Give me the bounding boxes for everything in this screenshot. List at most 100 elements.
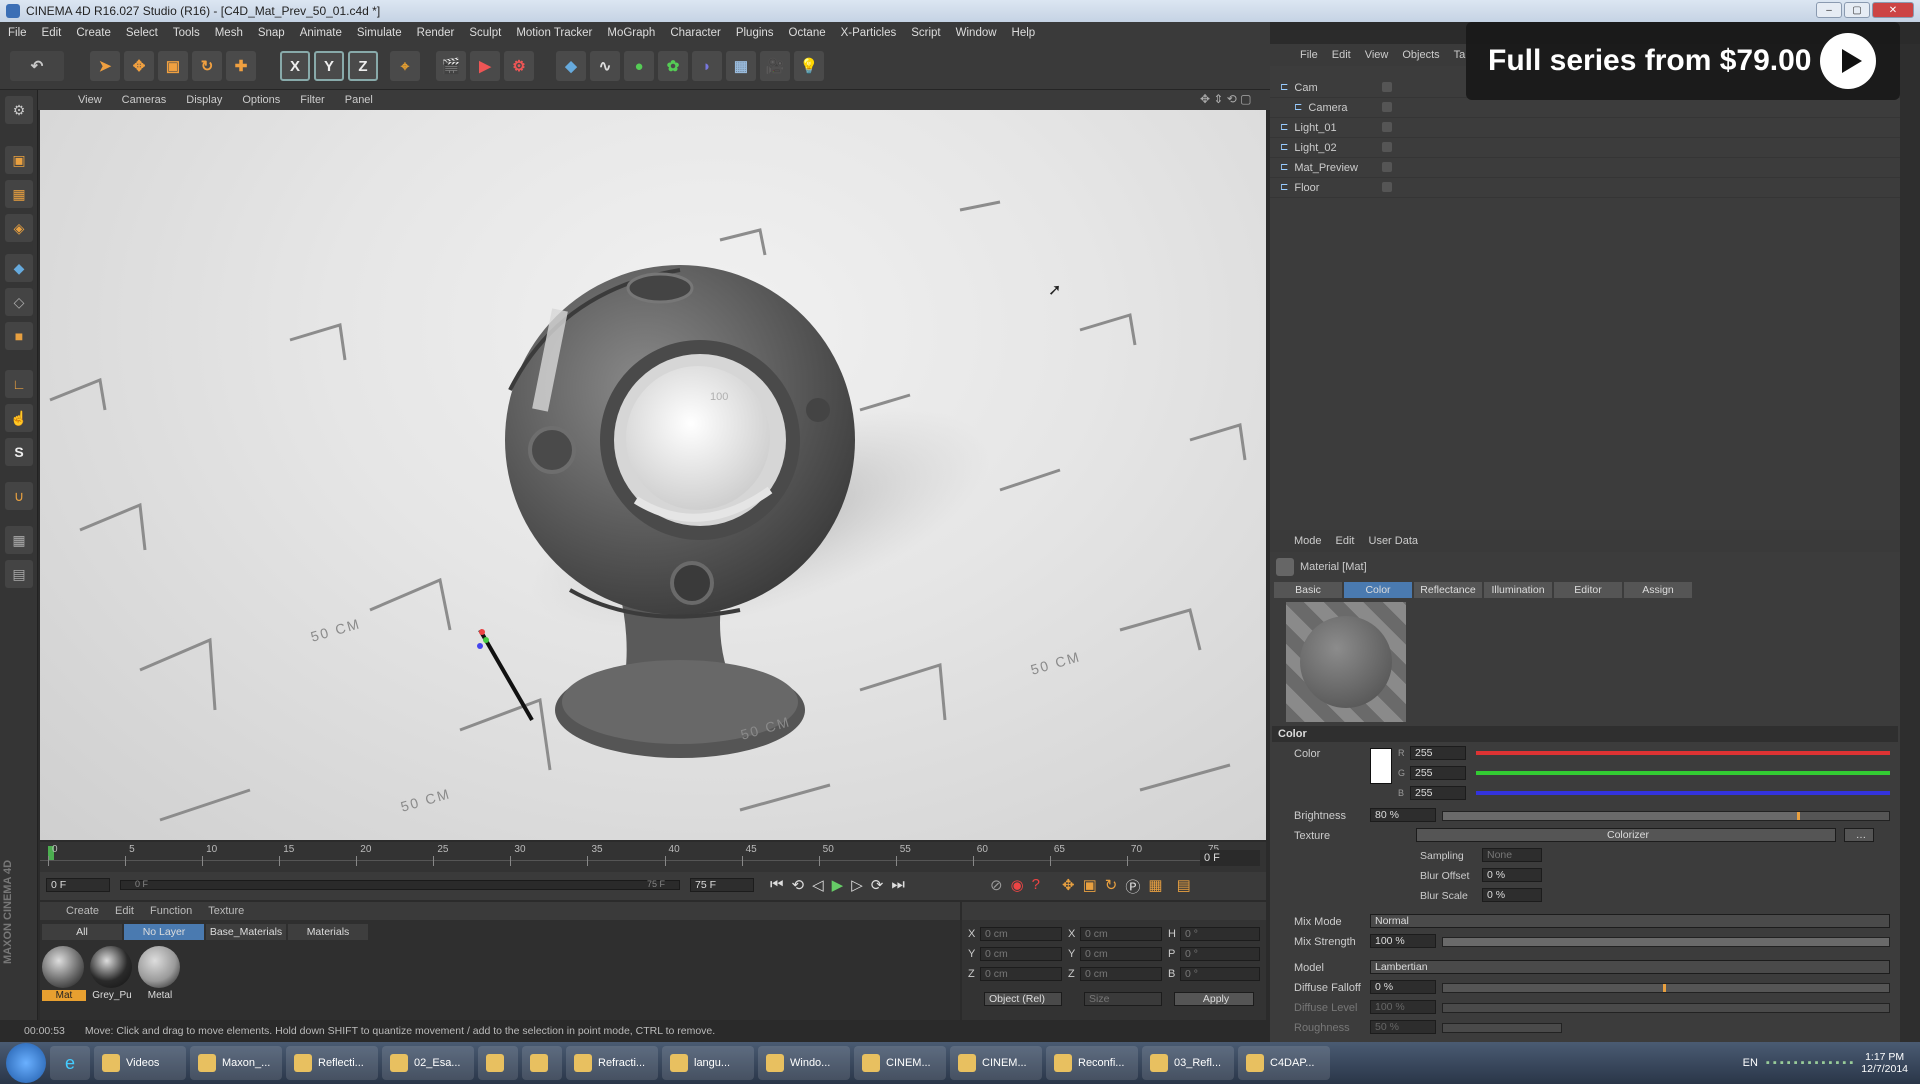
material-swatch[interactable]: Mat: [42, 946, 86, 1001]
object-visibility-icon[interactable]: [1382, 142, 1392, 152]
axis-mode-icon[interactable]: ∟: [5, 370, 33, 398]
texture-mode-icon[interactable]: ▦: [5, 180, 33, 208]
size-mode-dropdown[interactable]: Size: [1084, 992, 1162, 1006]
locked-workplane-icon[interactable]: ▤: [5, 560, 33, 588]
cube-primitive-icon[interactable]: ◆: [556, 51, 586, 81]
roughness-slider[interactable]: [1442, 1023, 1562, 1033]
object-row[interactable]: ⊏ Camera: [1270, 98, 1900, 118]
diffuse-falloff-field[interactable]: 0 %: [1370, 980, 1436, 994]
render-to-picture-viewer-icon[interactable]: ▶: [470, 51, 500, 81]
object-menu-file[interactable]: File: [1300, 49, 1318, 61]
key-pla-icon[interactable]: ▦: [1148, 876, 1162, 897]
color-g-field[interactable]: 255: [1410, 766, 1466, 780]
material-tab-base-materials[interactable]: Base_Materials: [206, 924, 286, 940]
coord-position-field[interactable]: 0 cm: [980, 927, 1062, 941]
record-icon[interactable]: ◉: [1011, 876, 1024, 897]
language-indicator[interactable]: EN: [1743, 1057, 1758, 1069]
taskbar-item[interactable]: 02_Esa...: [382, 1046, 474, 1080]
object-visibility-icon[interactable]: [1382, 82, 1392, 92]
coord-size-field[interactable]: 0 cm: [1080, 927, 1162, 941]
material-tab-all[interactable]: All: [42, 924, 122, 940]
timeline-layout-icon[interactable]: ▤: [1177, 876, 1191, 897]
internet-explorer-icon[interactable]: e: [50, 1046, 90, 1080]
snapping-icon[interactable]: S: [5, 438, 33, 466]
blur-offset-field[interactable]: 0 %: [1482, 868, 1542, 882]
tab-reflectance[interactable]: Reflectance: [1414, 582, 1482, 598]
material-menu-function[interactable]: Function: [150, 905, 192, 917]
object-visibility-icon[interactable]: [1382, 102, 1392, 112]
taskbar-item[interactable]: langu...: [662, 1046, 754, 1080]
move-tool-icon[interactable]: ✥: [124, 51, 154, 81]
taskbar-item[interactable]: Windo...: [758, 1046, 850, 1080]
material-swatch[interactable]: Grey_Pu: [90, 946, 134, 1001]
maximize-button[interactable]: ▢: [1844, 2, 1870, 18]
object-row[interactable]: ⊏ Floor: [1270, 178, 1900, 198]
tab-illumination[interactable]: Illumination: [1484, 582, 1552, 598]
taskbar-item[interactable]: CINEM...: [854, 1046, 946, 1080]
object-row[interactable]: ⊏ Light_01: [1270, 118, 1900, 138]
goto-start-icon[interactable]: ⏮: [770, 876, 784, 894]
color-swatch[interactable]: [1370, 748, 1392, 784]
object-menu-ta[interactable]: Ta: [1454, 49, 1466, 61]
menu-item-snap[interactable]: Snap: [258, 27, 285, 39]
sampling-dropdown[interactable]: None: [1482, 848, 1542, 862]
menu-item-script[interactable]: Script: [911, 27, 940, 39]
tab-color[interactable]: Color: [1344, 582, 1412, 598]
subdivision-surface-icon[interactable]: ●: [624, 51, 654, 81]
z-axis-lock-button[interactable]: Z: [348, 51, 378, 81]
color-r-slider[interactable]: [1476, 751, 1890, 755]
material-tab-materials[interactable]: Materials: [288, 924, 368, 940]
texture-shader-button[interactable]: Colorizer: [1416, 828, 1836, 842]
attribute-menu-user-data[interactable]: User Data: [1369, 535, 1419, 547]
spline-pen-icon[interactable]: ∿: [590, 51, 620, 81]
preview-range-slider[interactable]: 0 F 75 F: [120, 879, 680, 890]
workplane-mode-icon[interactable]: ◈: [5, 214, 33, 242]
object-visibility-icon[interactable]: [1382, 182, 1392, 192]
key-scale-icon[interactable]: ▣: [1083, 876, 1097, 897]
add-tool-icon[interactable]: ✚: [226, 51, 256, 81]
texture-options-button[interactable]: …: [1844, 828, 1874, 842]
menu-item-mesh[interactable]: Mesh: [215, 27, 243, 39]
menu-item-plugins[interactable]: Plugins: [736, 27, 774, 39]
camera-object-icon[interactable]: 🎥: [760, 51, 790, 81]
close-button[interactable]: ✕: [1872, 2, 1914, 18]
coord-position-field[interactable]: 0 cm: [980, 967, 1062, 981]
current-frame-field[interactable]: 0 F: [46, 878, 110, 892]
goto-end-icon[interactable]: ⏭: [891, 876, 905, 894]
workplane-lock-icon[interactable]: ▦: [5, 526, 33, 554]
attribute-menu-edit[interactable]: Edit: [1336, 535, 1355, 547]
scale-tool-icon[interactable]: ▣: [158, 51, 188, 81]
taskbar-item[interactable]: Reflecti...: [286, 1046, 378, 1080]
color-b-field[interactable]: 255: [1410, 786, 1466, 800]
edges-mode-icon[interactable]: ◇: [5, 288, 33, 316]
cloner-icon[interactable]: ✿: [658, 51, 688, 81]
viewport-navigation-icon[interactable]: ✥ ⇕ ⟲ ▢: [1200, 92, 1252, 106]
object-menu-objects[interactable]: Objects: [1402, 49, 1439, 61]
material-menu-create[interactable]: Create: [66, 905, 99, 917]
mix-strength-slider[interactable]: [1442, 937, 1890, 947]
model-mode-icon[interactable]: ▣: [5, 146, 33, 174]
taskbar-item[interactable]: Refracti...: [566, 1046, 658, 1080]
3d-viewport[interactable]: 100 50 CM 50 CM 50 CM 50 CM ➚: [40, 110, 1266, 840]
taskbar-item[interactable]: Maxon_...: [190, 1046, 282, 1080]
live-selection-icon[interactable]: ➤: [90, 51, 120, 81]
menu-item-motion-tracker[interactable]: Motion Tracker: [516, 27, 592, 39]
object-row[interactable]: ⊏ Mat_Preview: [1270, 158, 1900, 178]
apply-button[interactable]: Apply: [1174, 992, 1254, 1006]
color-b-slider[interactable]: [1476, 791, 1890, 795]
taskbar-item[interactable]: [478, 1046, 518, 1080]
menu-item-simulate[interactable]: Simulate: [357, 27, 402, 39]
y-axis-lock-button[interactable]: Y: [314, 51, 344, 81]
model-dropdown[interactable]: Lambertian: [1370, 960, 1890, 974]
menu-item-sculpt[interactable]: Sculpt: [469, 27, 501, 39]
taskbar-item[interactable]: Videos: [94, 1046, 186, 1080]
play-icon[interactable]: [1820, 33, 1876, 89]
tab-editor[interactable]: Editor: [1554, 582, 1622, 598]
next-key-icon[interactable]: ⟳: [871, 876, 884, 894]
taskbar-item[interactable]: 03_Refl...: [1142, 1046, 1234, 1080]
menu-item-tools[interactable]: Tools: [173, 27, 200, 39]
diffuse-falloff-slider[interactable]: [1442, 983, 1890, 993]
key-param-icon[interactable]: Ⓟ: [1125, 876, 1140, 897]
play-icon[interactable]: ▶: [832, 876, 844, 894]
menu-item-select[interactable]: Select: [126, 27, 158, 39]
